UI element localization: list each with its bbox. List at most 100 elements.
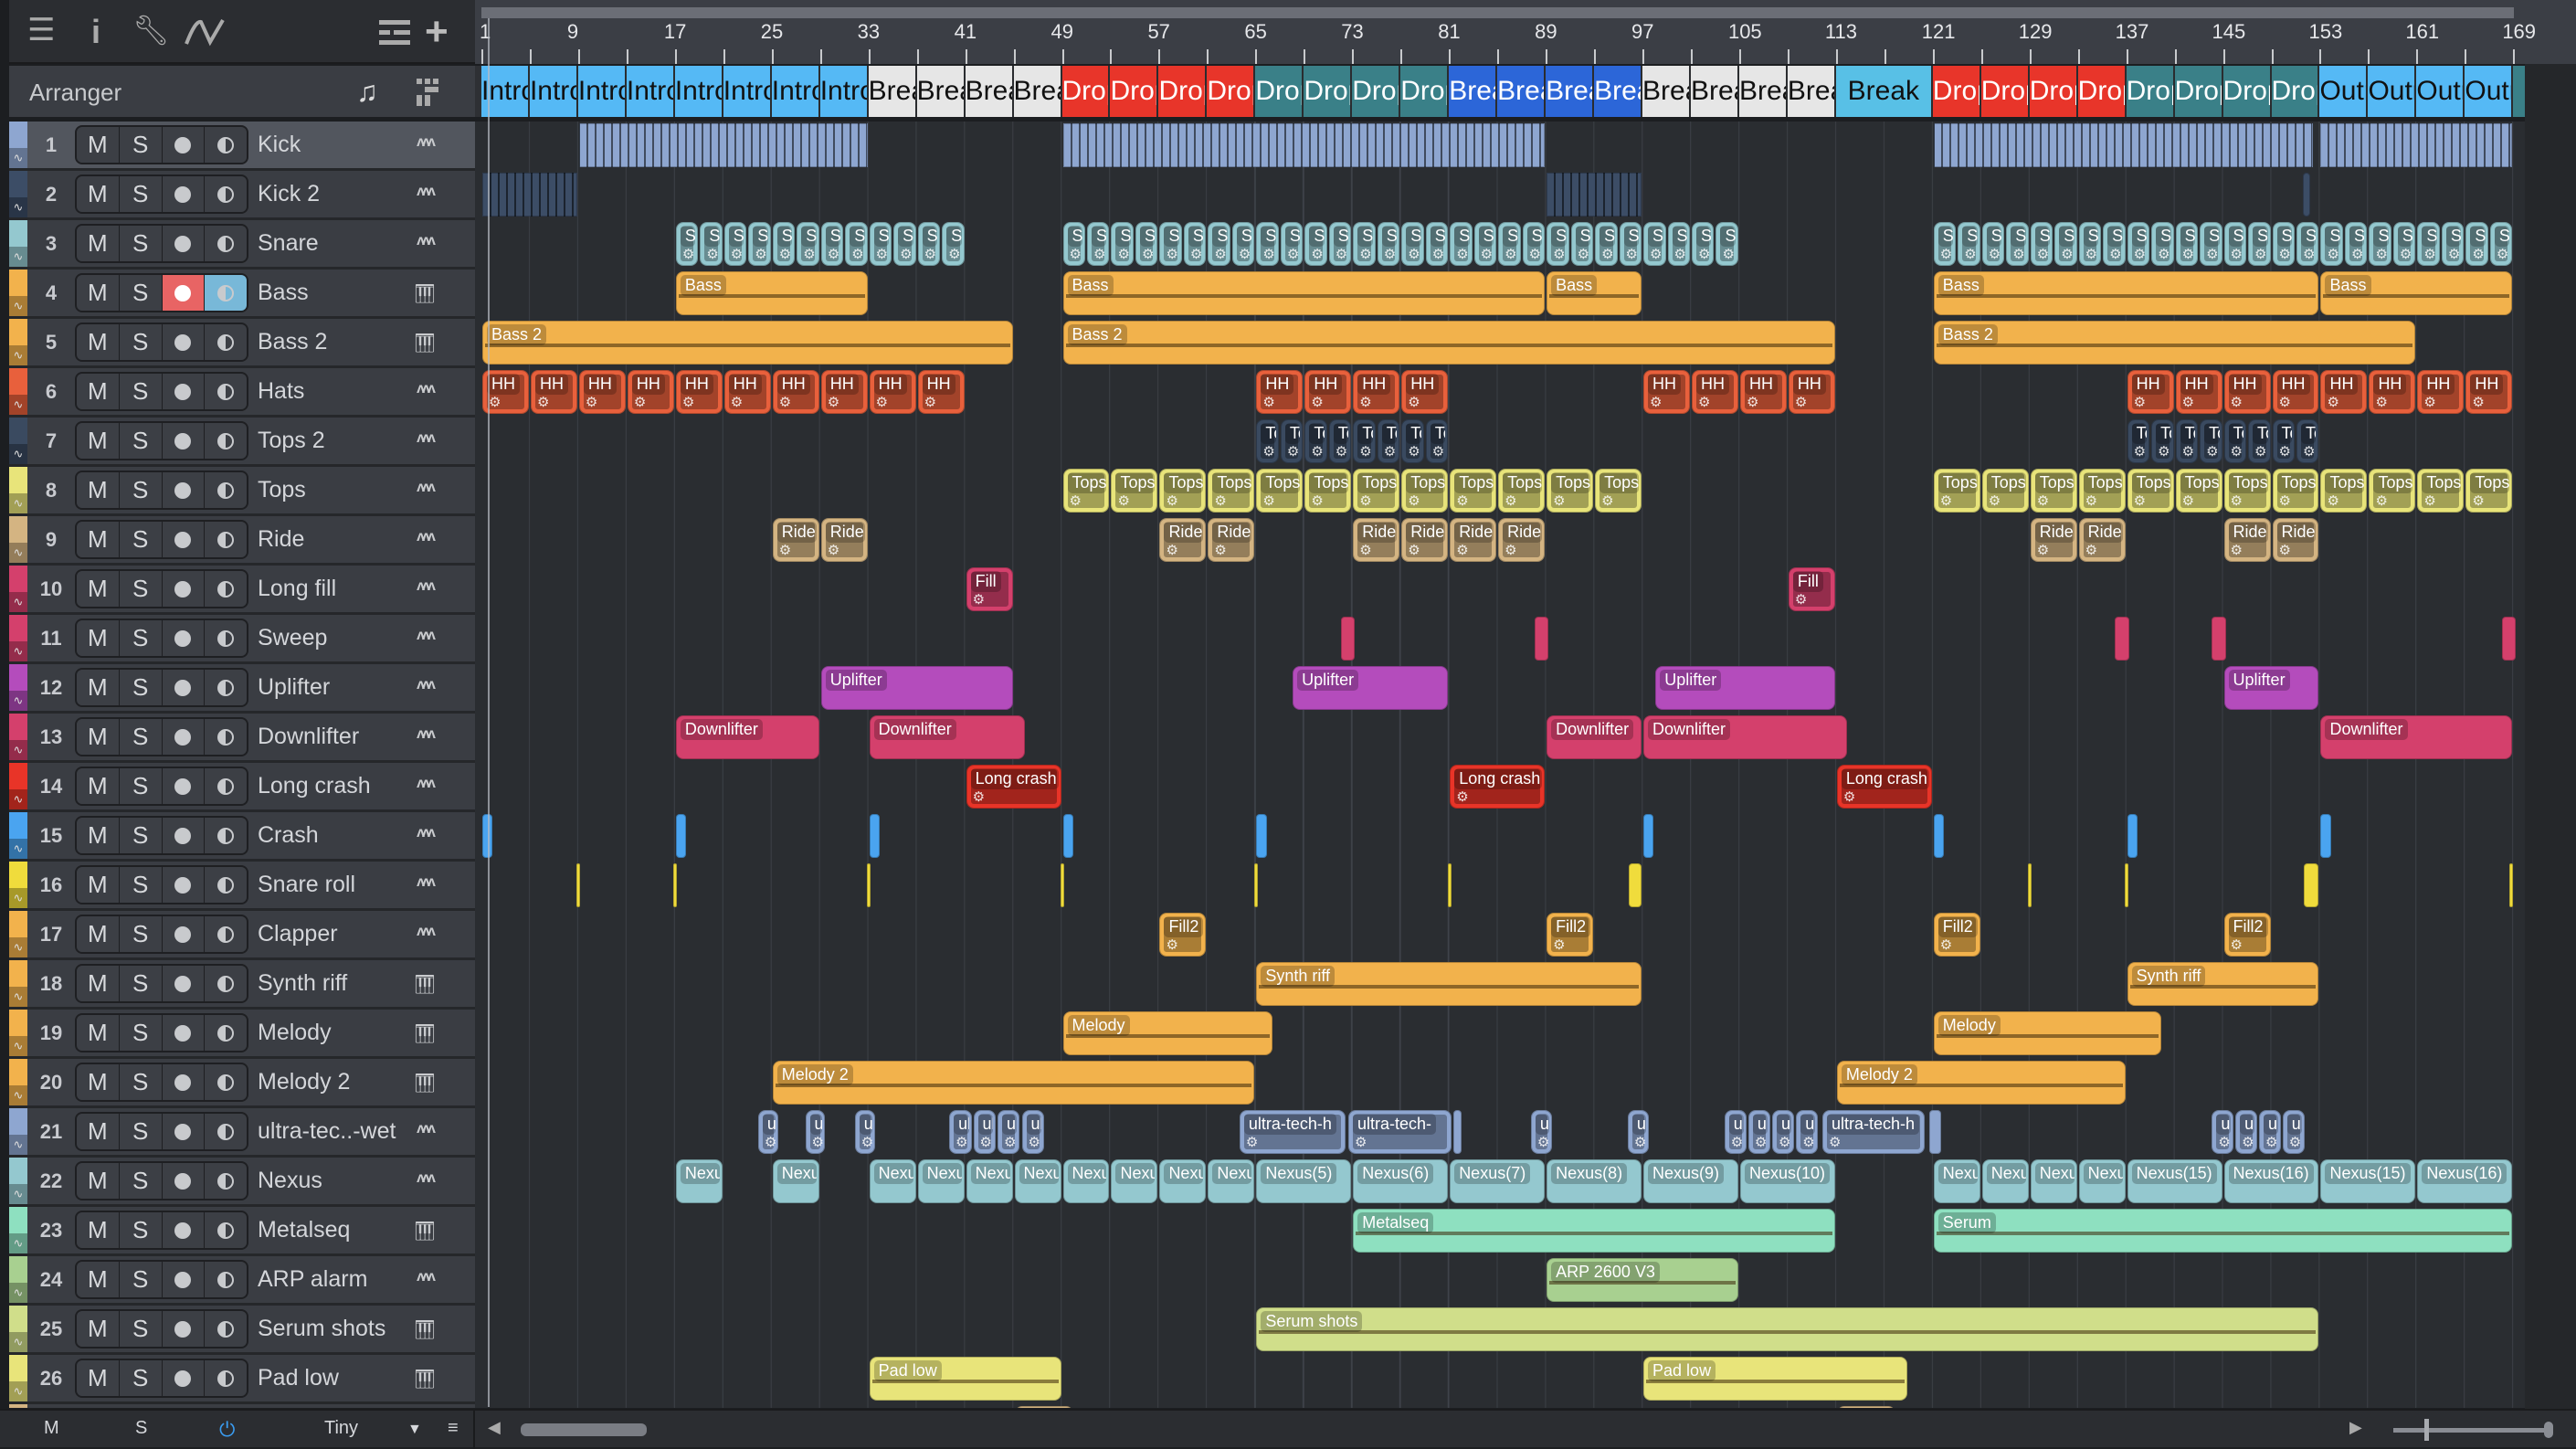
clip[interactable]: Uplifter [2223, 666, 2319, 710]
clip[interactable]: Nexus(10) [1739, 1159, 1835, 1203]
clip[interactable] [2509, 863, 2514, 907]
clip[interactable]: HH ⚙ [820, 370, 868, 414]
clip[interactable]: Tops 2⚙ [1304, 419, 1327, 463]
track-name[interactable]: Serum shots [258, 1306, 385, 1352]
automation-icon[interactable]: ∿ [9, 543, 27, 563]
mute-button[interactable]: M [77, 1114, 120, 1149]
clip[interactable]: Tops ⚙ [2078, 469, 2126, 513]
arranger-section[interactable]: Drop [1158, 66, 1208, 117]
clip[interactable]: ultra-tech- ⚙ [1347, 1110, 1452, 1154]
clip[interactable]: HH ⚙ [578, 370, 626, 414]
clip[interactable]: Tops ⚙ [1208, 469, 1255, 513]
monitor-button[interactable] [205, 867, 247, 903]
solo-button[interactable]: S [119, 522, 163, 557]
automation-icon[interactable]: ∿ [9, 148, 27, 168]
clip[interactable]: Tops 2⚙ [1401, 419, 1424, 463]
clip[interactable] [1933, 123, 2313, 167]
clip[interactable]: Snare⚙ [2344, 222, 2368, 266]
automation-icon[interactable]: ∿ [9, 740, 27, 760]
monitor-button[interactable] [205, 1064, 247, 1100]
arranger-section[interactable]: Break [1787, 66, 1836, 117]
clip[interactable] [1453, 1110, 1462, 1154]
arranger-section[interactable]: Drop [1932, 66, 1981, 117]
clip[interactable]: Fill2 ⚙ [1159, 913, 1207, 957]
arranger-section[interactable]: Outro [2319, 66, 2369, 117]
clip[interactable]: Nexus(8) [1547, 1159, 1642, 1203]
monitor-button[interactable] [205, 275, 247, 311]
clip[interactable]: Snare⚙ [2103, 222, 2126, 266]
clip[interactable]: HH ⚙ [1401, 370, 1449, 414]
clip[interactable]: Snare⚙ [1667, 222, 1690, 266]
monitor-button[interactable] [205, 966, 247, 1001]
clip[interactable]: Tops ⚙ [1256, 469, 1304, 513]
clip[interactable]: HH ⚙ [1304, 370, 1352, 414]
arranger-section[interactable]: Break [1738, 66, 1788, 117]
clip[interactable] [1836, 1406, 1896, 1408]
clip[interactable]: Tops 2⚙ [2200, 419, 2222, 463]
zoom-slider[interactable] [2393, 1428, 2549, 1433]
clip[interactable]: Snare⚙ [1498, 222, 1521, 266]
mute-button[interactable]: M [77, 818, 120, 853]
clip[interactable] [1547, 173, 1642, 217]
track-color[interactable]: ∿ [9, 171, 27, 217]
track-header[interactable]: ∿ 18 M S Synth riff 🎹︎ [9, 960, 475, 1010]
global-solo-button[interactable]: S [135, 1418, 147, 1439]
clip[interactable] [578, 123, 868, 167]
clip[interactable]: Downlifter [675, 715, 819, 759]
clip[interactable]: Pad low [1643, 1357, 1908, 1401]
track-color[interactable]: ∿ [9, 1010, 27, 1056]
clip[interactable]: Serum shots [1256, 1307, 2319, 1351]
track-header[interactable]: ∿ 20 M S Melody 2 🎹︎ [9, 1059, 475, 1108]
clip[interactable]: Tops ⚙ [2369, 469, 2416, 513]
monitor-button[interactable] [205, 916, 247, 952]
monitor-button[interactable] [205, 423, 247, 459]
track-color[interactable]: ∿ [9, 516, 27, 563]
clip[interactable]: Snare⚙ [797, 222, 819, 266]
clip[interactable]: ultra-tech-h⚙ [2282, 1110, 2305, 1154]
clip[interactable]: Snare⚙ [2489, 222, 2513, 266]
clip[interactable]: Synth riff [2127, 962, 2319, 1006]
automation-icon[interactable]: ∿ [9, 1036, 27, 1056]
automation-icon[interactable]: ∿ [9, 247, 27, 267]
chevron-down-icon[interactable]: ▼ [407, 1422, 422, 1438]
clip[interactable]: HH ⚙ [2223, 370, 2271, 414]
solo-button[interactable]: S [119, 719, 163, 755]
arranger-section[interactable]: Break [1546, 66, 1595, 117]
track-header[interactable]: ∿ 24 M S ARP alarm ʌʌʌ [9, 1256, 475, 1306]
clip[interactable]: HH ⚙ [2417, 370, 2465, 414]
automation-icon[interactable]: ∿ [9, 296, 27, 316]
clip[interactable]: Bass [2320, 271, 2513, 315]
record-arm-button[interactable] [162, 1114, 206, 1149]
clip[interactable]: ultra-tech-h⚙ [949, 1110, 972, 1154]
record-arm-button[interactable] [162, 1212, 206, 1248]
clip[interactable]: Melody [1933, 1011, 2162, 1055]
track-color[interactable]: ∿ [9, 566, 27, 612]
track-header[interactable]: ∿ 17 M S Clapper ʌʌʌ [9, 911, 475, 960]
clip[interactable]: Snare⚙ [2392, 222, 2416, 266]
track-header[interactable]: ∿ 12 M S Uplifter ʌʌʌ [9, 664, 475, 714]
clip[interactable]: ultra-tech-h⚙ [854, 1110, 875, 1154]
solo-button[interactable]: S [119, 1262, 163, 1297]
playhead-cursor[interactable] [488, 18, 490, 1407]
record-arm-button[interactable] [162, 670, 206, 705]
arranger-section[interactable]: Drop [1352, 66, 1401, 117]
clip[interactable]: Snare⚙ [2223, 222, 2247, 266]
clip[interactable]: Ride ⚙ [820, 518, 868, 562]
clip[interactable]: Snare⚙ [2054, 222, 2077, 266]
automation-icon[interactable]: ∿ [9, 789, 27, 809]
monitor-button[interactable] [205, 522, 247, 557]
arranger-section[interactable]: Intro [771, 66, 820, 117]
clip[interactable]: ultra-tech-h⚙ [1747, 1110, 1771, 1154]
clip[interactable]: Snare⚙ [1570, 222, 1594, 266]
track-name[interactable]: Tops [258, 467, 306, 513]
clip[interactable] [1062, 814, 1073, 858]
solo-button[interactable]: S [119, 1360, 163, 1396]
monitor-button[interactable] [205, 226, 247, 261]
clip[interactable]: Tops ⚙ [2417, 469, 2465, 513]
clip[interactable]: Snare⚙ [2151, 222, 2174, 266]
track-name[interactable]: Crash [258, 812, 319, 859]
automation-icon[interactable]: ∿ [9, 1135, 27, 1155]
track-header[interactable]: ∿ 15 M S Crash ʌʌʌ [9, 812, 475, 862]
clip[interactable]: HH ⚙ [2127, 370, 2174, 414]
solo-button[interactable]: S [119, 374, 163, 409]
